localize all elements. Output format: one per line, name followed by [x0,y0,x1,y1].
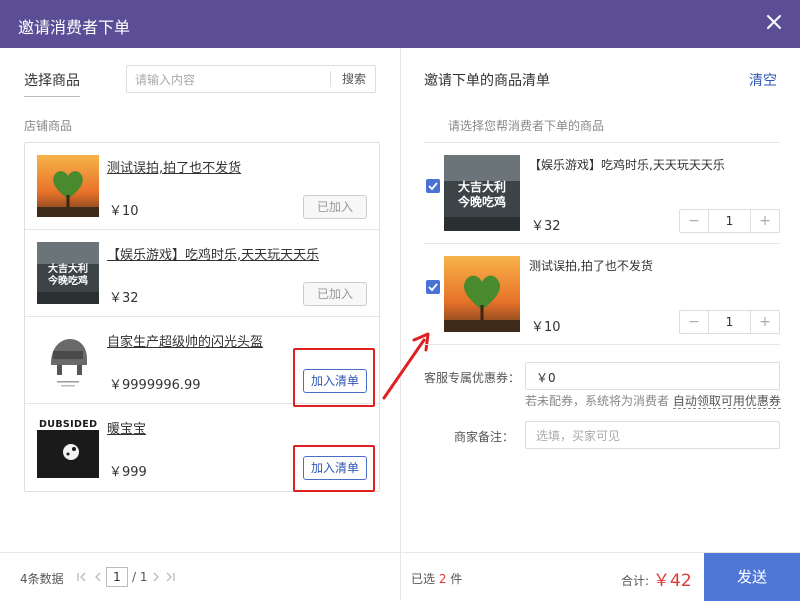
prev-page-icon[interactable] [92,571,104,583]
send-button[interactable]: 发送 [704,553,800,601]
heart-tree-image [444,256,520,332]
product-name[interactable]: 自家生产超级帅的闪光头盔 [107,331,263,350]
selected-suffix: 件 [450,572,463,586]
svg-text:DUBSIDED: DUBSIDED [39,419,97,430]
clear-link[interactable]: 清空 [749,70,777,90]
first-page-icon[interactable] [76,571,88,583]
product-price: ￥9999996.99 [109,378,201,393]
selected-count: 已选 2 件 [411,570,462,587]
checkbox-checked[interactable] [426,280,440,294]
next-page-icon[interactable] [150,571,162,583]
order-item-price: ￥10 [531,320,561,335]
minus-button[interactable]: − [680,210,709,232]
pagination: 4条数据 1 / 1 [0,552,400,601]
product-name[interactable]: 【娱乐游戏】吃鸡时乐,天天玩天天乐 [107,244,319,263]
coupon-auto-link[interactable]: 自动领取可用优惠券 [672,394,781,409]
page-input[interactable]: 1 [106,567,128,587]
close-icon[interactable] [764,12,784,32]
minus-button[interactable]: − [680,311,709,333]
search-input[interactable] [133,69,327,91]
page-total: / 1 [132,570,148,584]
svg-text:今晚吃鸡: 今晚吃鸡 [47,274,88,287]
panel-divider [400,48,401,600]
dialog-header: 邀请消费者下单 [0,0,800,48]
quantity-value[interactable]: 1 [709,311,750,333]
list-item: 大吉大利 今晚吃鸡 【娱乐游戏】吃鸡时乐,天天玩天天乐 ￥32 已加入 [25,230,379,317]
helmet-image [37,329,99,391]
plus-button[interactable]: + [750,210,779,232]
dialog-title: 邀请消费者下单 [18,18,131,37]
highlight-box [293,445,375,492]
product-price: ￥999 [109,465,147,480]
search-button[interactable]: 搜索 [333,70,375,88]
heart-tree-image [37,155,99,217]
shop-products-label: 店铺商品 [24,119,73,133]
checkbox-checked[interactable] [426,179,440,193]
list-item: 大吉大利 今晚吃鸡 【娱乐游戏】吃鸡时乐,天天玩天天乐 ￥32 − 1 + [424,143,780,244]
quantity-stepper: − 1 + [679,310,780,334]
list-item: 测试误拍,拍了也不发货 ￥10 − 1 + [424,244,780,345]
last-page-icon[interactable] [164,571,176,583]
search-separator [330,71,331,87]
remark-field [525,421,780,449]
coupon-field [525,362,780,390]
quantity-stepper: − 1 + [679,209,780,233]
order-footer: 已选 2 件 合计: ￥42 发送 [401,552,800,601]
remark-label: 商家备注： [453,430,514,444]
plus-button[interactable]: + [750,311,779,333]
select-products-label: 选择商品 [24,73,80,89]
search-box: 搜索 [126,65,376,93]
coupon-note-text: 若未配券，系统将为消费者 [525,394,670,408]
label-underline [24,96,80,97]
highlight-box [293,348,375,407]
order-item-name: 【娱乐游戏】吃鸡时乐,天天玩天天乐 [529,158,725,172]
coupon-input[interactable] [534,366,768,388]
product-list: 测试误拍,拍了也不发货 ￥10 已加入 大吉大利 今晚吃鸡 【娱乐游戏】吃鸡时乐… [24,142,380,492]
product-price: ￥10 [109,204,139,219]
selected-prefix: 已选 [411,572,436,586]
total-value: ￥42 [653,571,692,591]
remark-input[interactable] [534,425,768,447]
game-banner-image: 大吉大利 今晚吃鸡 [444,155,520,231]
product-price: ￥32 [109,291,139,306]
selected-number: 2 [438,572,447,586]
coupon-label: 客服专属优惠券： [424,371,521,385]
product-name[interactable]: 测试误拍,拍了也不发货 [107,157,241,176]
order-list-title: 邀请下单的商品清单 [424,73,550,89]
list-item: 测试误拍,拍了也不发货 ￥10 已加入 [25,143,379,230]
order-item-name: 测试误拍,拍了也不发货 [529,259,653,273]
svg-text:大吉大利: 大吉大利 [458,179,506,194]
svg-text:今晚吃鸡: 今晚吃鸡 [457,194,506,209]
total-label: 合计: [621,574,650,588]
quantity-value[interactable]: 1 [709,210,750,232]
album-cover-image: DUBSIDED [37,416,99,478]
record-count: 4条数据 [20,572,64,586]
svg-text:大吉大利: 大吉大利 [48,262,88,275]
order-item-price: ￥32 [531,219,561,234]
added-button: 已加入 [303,282,367,306]
product-name[interactable]: 暖宝宝 [107,418,146,437]
coupon-note: 若未配券，系统将为消费者 自动领取可用优惠券 [525,392,781,409]
order-list-hint: 请选择您帮消费者下单的商品 [448,119,605,133]
added-button: 已加入 [303,195,367,219]
game-banner-image: 大吉大利 今晚吃鸡 [37,242,99,304]
